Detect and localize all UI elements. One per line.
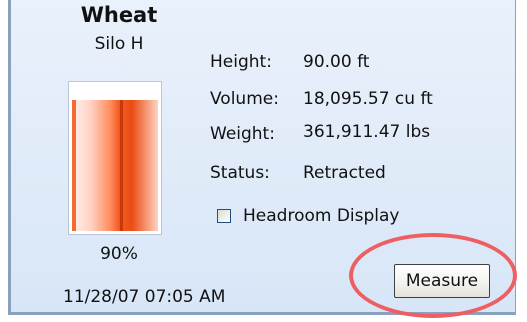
status-label: Status: — [210, 163, 270, 183]
measurement-timestamp: 11/28/07 07:05 AM — [63, 287, 226, 307]
measure-button[interactable]: Measure — [394, 264, 490, 298]
weight-value: 361,911.47 lbs — [303, 122, 431, 142]
volume-label: Volume: — [210, 89, 279, 109]
volume-value: 18,095.57 cu ft — [303, 89, 433, 109]
height-value: 90.00 ft — [303, 52, 370, 72]
silo-level-fill — [72, 99, 158, 231]
silo-panel: Wheat Silo H 90% 11/28/07 07:05 AM Heigh… — [8, 0, 516, 315]
fill-percent: 90% — [100, 244, 138, 264]
headroom-display-label[interactable]: Headroom Display — [243, 206, 400, 226]
weight-label: Weight: — [210, 124, 275, 144]
headroom-display-toggle[interactable]: Headroom Display — [217, 206, 400, 226]
product-name: Wheat — [80, 3, 158, 27]
headroom-display-checkbox[interactable] — [217, 209, 231, 223]
status-value: Retracted — [303, 163, 386, 183]
silo-level-gauge — [69, 82, 161, 234]
height-label: Height: — [210, 52, 272, 72]
silo-name: Silo H — [94, 34, 144, 54]
